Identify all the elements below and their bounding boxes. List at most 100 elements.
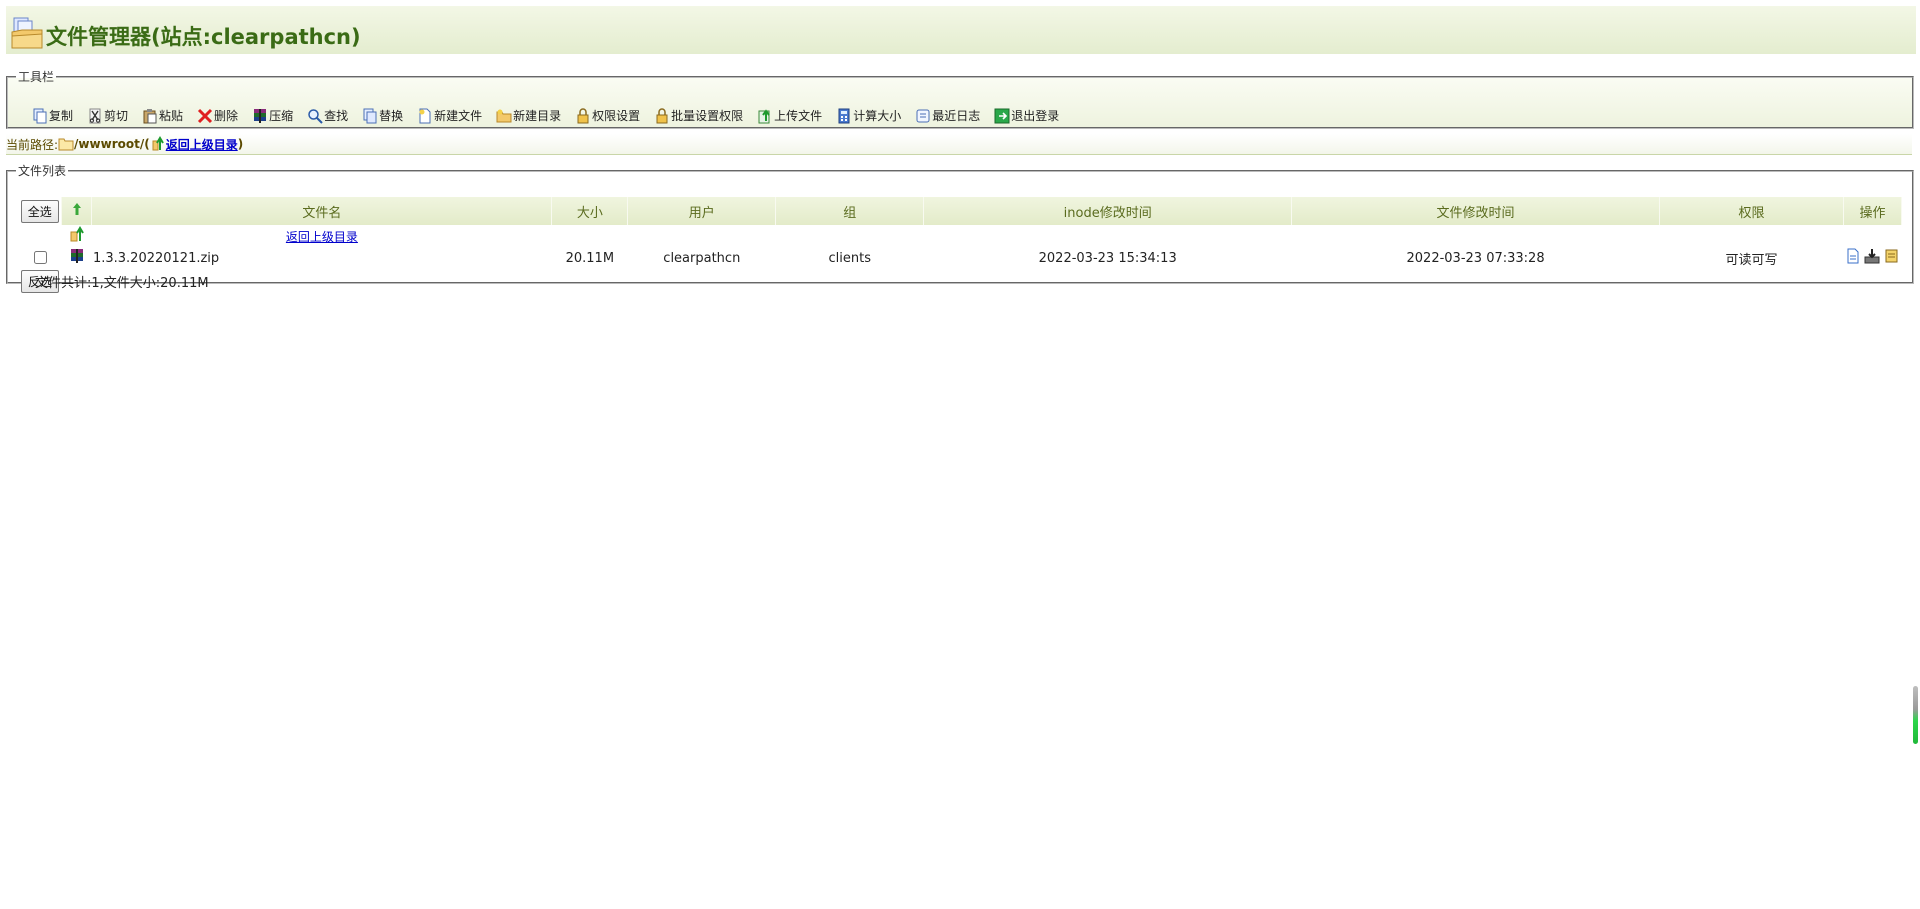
logout-button[interactable]: 退出登录	[994, 107, 1059, 124]
select-all-cell: 全选	[18, 197, 63, 225]
compress-button[interactable]: 压缩	[252, 107, 293, 124]
column-header-size[interactable]: 大小	[551, 197, 629, 225]
file-manager-logo-icon	[11, 17, 43, 49]
rename-icon[interactable]	[1885, 248, 1899, 264]
new-folder-button[interactable]: 新建目录	[496, 107, 561, 124]
toolbar-legend: 工具栏	[18, 70, 55, 84]
batch-permissions-label: 批量设置权限	[671, 109, 744, 123]
select-all-button[interactable]: 全选	[20, 199, 59, 223]
new-file-label: 新建文件	[434, 109, 483, 123]
replace-icon	[363, 108, 377, 123]
sort-up-header[interactable]	[61, 197, 93, 225]
parent-directory-icon[interactable]	[69, 226, 85, 242]
column-header-operations: 操作	[1843, 197, 1903, 225]
edit-file-icon[interactable]	[1846, 248, 1860, 264]
arrow-up-icon[interactable]	[72, 202, 82, 216]
file-permissions[interactable]: 可读可写	[1660, 247, 1844, 269]
row-select-cell	[18, 247, 62, 269]
calculator-icon	[838, 108, 850, 123]
paste-label: 粘贴	[159, 109, 184, 123]
upload-label: 上传文件	[774, 109, 823, 123]
file-icon-cell	[62, 247, 92, 269]
close-paren: )	[237, 137, 244, 151]
zip-archive-icon	[70, 249, 83, 263]
toolbar: 复制 剪切 粘贴 删除 压缩 查找 替换 新建文件 新建目录 权限设置 批量设置…	[32, 107, 1073, 124]
file-operations	[1843, 247, 1901, 269]
recent-log-button[interactable]: 最近日志	[915, 107, 980, 124]
file-inode-time: 2022-03-23 15:34:13	[1038, 250, 1177, 266]
cut-button[interactable]: 剪切	[87, 107, 128, 124]
replace-label: 替换	[379, 109, 404, 123]
parent-directory-icon[interactable]	[150, 136, 166, 152]
file-list-panel: 文件列表 全选 文件名 大小 用户 组 inode修改时间 文件修改时间 权限 …	[6, 162, 1914, 293]
upload-icon	[758, 108, 770, 123]
copy-label: 复制	[49, 109, 74, 123]
parent-directory-row: 返回上级目录	[18, 225, 1902, 247]
new-folder-icon	[496, 109, 512, 122]
file-summary-text: 文件共计:1,文件大小:20.11M	[34, 276, 209, 291]
app-title: 文件管理器(站点:clearpathcn)	[46, 25, 361, 49]
file-table: 全选 文件名 大小 用户 组 inode修改时间 文件修改时间 权限 操作 返回…	[18, 197, 1903, 294]
file-list-legend: 文件列表	[18, 164, 67, 178]
permissions-button[interactable]: 权限设置	[575, 107, 640, 124]
copy-button[interactable]: 复制	[32, 107, 73, 124]
new-file-icon	[419, 108, 431, 123]
current-path-value: /wwwroot/	[74, 137, 145, 151]
column-header-user[interactable]: 用户	[627, 197, 777, 225]
column-header-name[interactable]: 文件名	[91, 197, 553, 225]
file-group: clients	[828, 250, 872, 266]
delete-button[interactable]: 删除	[197, 107, 238, 124]
file-size: 20.11M	[565, 250, 615, 266]
file-user: clearpathcn	[663, 250, 741, 266]
cut-icon	[89, 108, 101, 123]
current-path-bar: 当前路径: /wwwroot/ ( 返回上级目录 )	[6, 134, 1912, 155]
logout-label: 退出登录	[1011, 109, 1060, 123]
upload-button[interactable]: 上传文件	[757, 107, 822, 124]
current-path-label: 当前路径:	[6, 137, 59, 152]
search-icon	[308, 108, 323, 124]
delete-icon	[197, 108, 213, 123]
empty-cell	[18, 225, 62, 247]
toolbar-panel: 工具栏 复制 剪切 粘贴 删除 压缩 查找 替换 新建文件 新建目录 权限设置 …	[6, 68, 1914, 129]
permissions-label: 权限设置	[592, 109, 641, 123]
parent-link-cell: 返回上级目录	[92, 225, 552, 247]
file-mod-time: 2022-03-23 07:33:28	[1406, 250, 1545, 266]
new-file-button[interactable]: 新建文件	[417, 107, 482, 124]
lock-icon	[577, 107, 589, 123]
table-footer-row: 反选 文件共计:1,文件大小:20.11M	[18, 269, 1902, 294]
download-icon[interactable]	[1864, 248, 1880, 264]
replace-button[interactable]: 替换	[362, 107, 403, 124]
table-row: 1.3.3.20220121.zip 20.11M clearpathcn cl…	[18, 247, 1902, 269]
column-header-group[interactable]: 组	[775, 197, 925, 225]
compress-label: 压缩	[269, 109, 294, 123]
delete-label: 删除	[214, 109, 239, 123]
row-checkbox[interactable]	[33, 251, 47, 264]
batch-permissions-button[interactable]: 批量设置权限	[654, 107, 743, 124]
paste-button[interactable]: 粘贴	[142, 107, 183, 124]
file-name[interactable]: 1.3.3.20220121.zip	[92, 247, 552, 269]
calculate-size-label: 计算大小	[853, 109, 902, 123]
table-header-row: 全选 文件名 大小 用户 组 inode修改时间 文件修改时间 权限 操作	[18, 197, 1903, 225]
compress-icon	[254, 108, 267, 123]
empty-cell	[552, 225, 1902, 247]
app-header: 文件管理器(站点:clearpathcn)	[6, 6, 1916, 54]
folder-icon	[58, 138, 74, 151]
log-icon	[916, 109, 930, 122]
search-button[interactable]: 查找	[307, 107, 348, 124]
column-header-inode-time[interactable]: inode修改时间	[923, 197, 1293, 225]
parent-directory-link[interactable]: 返回上级目录	[166, 136, 238, 153]
recent-log-label: 最近日志	[932, 109, 981, 123]
parent-directory-row-link[interactable]: 返回上级目录	[286, 230, 358, 244]
scrollbar-thumb[interactable]	[1913, 686, 1918, 744]
column-header-mod-time[interactable]: 文件修改时间	[1291, 197, 1660, 225]
logout-icon	[994, 108, 1010, 123]
search-label: 查找	[324, 109, 349, 123]
batch-lock-icon	[656, 107, 668, 123]
cut-label: 剪切	[104, 109, 129, 123]
calculate-size-button[interactable]: 计算大小	[836, 107, 901, 124]
parent-icon-cell	[62, 225, 92, 247]
copy-icon	[33, 108, 47, 123]
file-summary: 文件共计:1,文件大小:20.11M	[35, 269, 1902, 294]
new-folder-label: 新建目录	[513, 109, 562, 123]
column-header-permissions[interactable]: 权限	[1659, 197, 1844, 225]
